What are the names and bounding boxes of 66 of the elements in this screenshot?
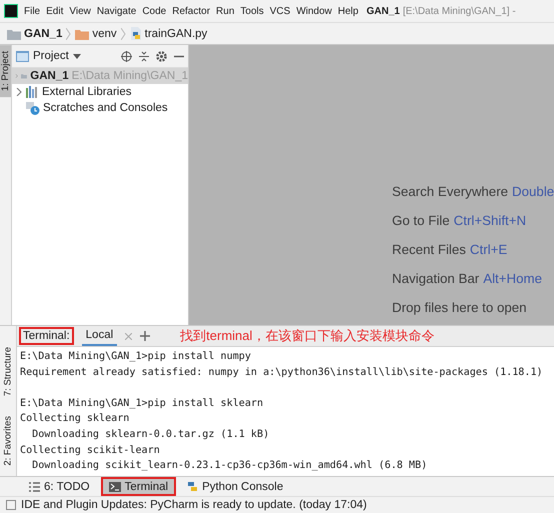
- chevron-icon: [120, 28, 126, 40]
- menu-item[interactable]: Help: [338, 6, 358, 16]
- terminal-label: Terminal:: [19, 327, 74, 345]
- terminal-line: Requirement already satisfied: numpy in a:\python36\install\lib\site-packages (1.18.1): [20, 366, 544, 380]
- tool-window-tab[interactable]: Terminal: [100, 477, 176, 496]
- session-tab[interactable]: Local: [82, 326, 118, 346]
- terminal-line: Downloading scikit_learn-0.23.1-cp36-cp36m-win_amd64.whl (6.8 MB): [31, 459, 428, 474]
- panel-icon: [16, 50, 29, 62]
- collapse-icon: [139, 50, 149, 62]
- tree-row[interactable]: External Libraries: [12, 84, 188, 100]
- chevron-icon: [66, 28, 72, 40]
- tree-row[interactable]: GAN_1 E:\Data Mining\GAN_1: [12, 68, 188, 84]
- terminal-line: Collecting sklearn: [20, 412, 130, 426]
- folder-icon: [7, 28, 21, 40]
- menu-item[interactable]: Window: [296, 6, 332, 16]
- tree-row[interactable]: Scratches and Consoles: [12, 100, 188, 116]
- status-text: IDE and Plugin Updates: PyCharm is ready to update. (today 17:04): [21, 498, 367, 510]
- shortcut-text: Ctrl+Shift+N: [454, 213, 526, 228]
- dropdown-caret-icon: [72, 54, 81, 58]
- hint-text: Navigation Bar: [392, 271, 480, 286]
- side-tab[interactable]: 2: Favorites: [0, 410, 16, 472]
- project-view-dropdown[interactable]: Project: [16, 50, 81, 62]
- tool-window-tab[interactable]: Python Console: [180, 477, 290, 496]
- menu-item[interactable]: Run: [216, 6, 234, 16]
- shortcut-text: Alt+Home: [483, 271, 542, 286]
- menu-item[interactable]: Refactor: [172, 6, 210, 16]
- terminal-line: E:\Data Mining\GAN_1>pip install sklearn: [20, 396, 264, 411]
- python-icon: [187, 481, 198, 492]
- target-icon: [121, 50, 132, 62]
- menu-item[interactable]: Edit: [46, 6, 64, 16]
- add-icon: [140, 331, 150, 341]
- breadcrumb-item[interactable]: trainGAN.py: [144, 28, 208, 40]
- close-icon: [125, 332, 132, 340]
- menu-item[interactable]: Tools: [240, 6, 264, 16]
- terminal-icon: [108, 482, 121, 492]
- app-logo-icon: [4, 4, 18, 18]
- breadcrumb-item[interactable]: GAN_1: [24, 28, 62, 40]
- list-icon: [29, 482, 40, 492]
- window-title: GAN_1: [366, 6, 400, 16]
- menu-item[interactable]: Code: [142, 6, 166, 16]
- menu-item[interactable]: VCS: [270, 6, 290, 16]
- status-icon: [6, 500, 16, 510]
- python-file-icon: [130, 27, 142, 40]
- window-path: [E:\Data Mining\GAN_1] -: [402, 6, 516, 16]
- folder-icon: [75, 28, 90, 40]
- terminal-line: Downloading sklearn-0.0.tar.gz (1.1 kB): [31, 428, 270, 442]
- menu-item[interactable]: View: [69, 6, 91, 16]
- hint-text: Drop files here to open: [392, 300, 527, 315]
- menu-item[interactable]: File: [24, 6, 40, 16]
- terminal-line: Collecting scikit-learn: [20, 444, 161, 458]
- bar-chart-icon: [26, 86, 39, 98]
- annotation-text: 找到terminal，在该窗口下输入安装模块命令: [180, 327, 434, 345]
- breadcrumb-item[interactable]: venv: [92, 28, 117, 40]
- menu-item[interactable]: Navigate: [96, 6, 136, 16]
- terminal-line: E:\Data Mining\GAN_1>pip install numpy: [20, 350, 252, 364]
- hint-text: Go to File: [392, 213, 450, 228]
- scratch-clock-icon: [26, 102, 40, 114]
- side-tab[interactable]: 7: Structure: [0, 341, 16, 402]
- tree-path: E:\Data Mining\GAN_1: [72, 70, 188, 82]
- shortcut-text: Ctrl+E: [470, 242, 508, 257]
- hint-text: Search Everywhere: [392, 184, 508, 199]
- hint-text: Recent Files: [392, 242, 466, 257]
- side-tab[interactable]: 1: Project: [0, 45, 11, 98]
- gear-icon: [156, 50, 167, 62]
- shortcut-text: Double: [512, 184, 554, 199]
- tool-window-tab[interactable]: 6: TODO: [22, 477, 97, 496]
